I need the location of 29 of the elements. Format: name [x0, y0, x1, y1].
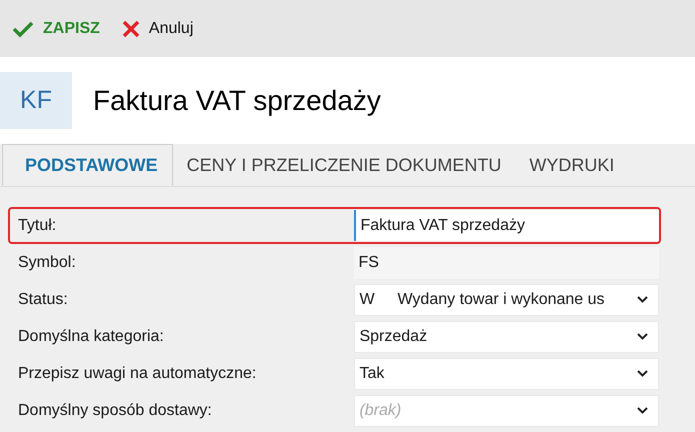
tab[interactable]: PODSTAWOWE — [2, 144, 173, 186]
chevron-down-icon — [637, 296, 648, 303]
status-code: W — [359, 290, 376, 308]
text-field[interactable]: Faktura VAT sprzedaży — [354, 210, 659, 241]
chevron-down-icon — [637, 407, 648, 414]
dropdown-field[interactable]: Sprzedaż — [354, 320, 659, 352]
checkmark-icon — [12, 20, 34, 38]
field-label: Domyślny sposób dostawy: — [18, 402, 213, 420]
toolbar-button[interactable]: ZAPISZ — [10, 18, 102, 40]
field-label: Tytuł: — [18, 216, 58, 234]
chevron-down-icon — [637, 370, 648, 377]
tab[interactable]: CENY I PRZELICZENIE DOKUMENTU — [172, 144, 516, 186]
field-label: Domyślna kategoria: — [18, 328, 165, 346]
tab[interactable]: WYDRUKI — [515, 144, 628, 186]
readonly-field: FS — [354, 246, 659, 278]
selected-value: Tak — [359, 364, 386, 382]
document-type-badge: KF — [0, 72, 72, 129]
field-label: Status: — [18, 290, 69, 308]
dropdown-field[interactable]: W Wydany towar i wykonane us — [354, 284, 659, 316]
close-icon — [122, 20, 140, 38]
placeholder: (brak) — [359, 402, 402, 420]
dropdown-field[interactable]: Tak — [354, 358, 659, 390]
document-title: Faktura VAT sprzedaży — [93, 84, 381, 116]
field-label: Przepisz uwagi na automatyczne: — [18, 364, 258, 382]
selected-value: Wydany towar i wykonane us — [397, 290, 606, 308]
selected-value: Sprzedaż — [359, 328, 428, 346]
toolbar-button[interactable]: Anuluj — [120, 18, 196, 40]
chevron-down-icon — [637, 333, 648, 340]
field-label: Symbol: — [18, 254, 77, 272]
